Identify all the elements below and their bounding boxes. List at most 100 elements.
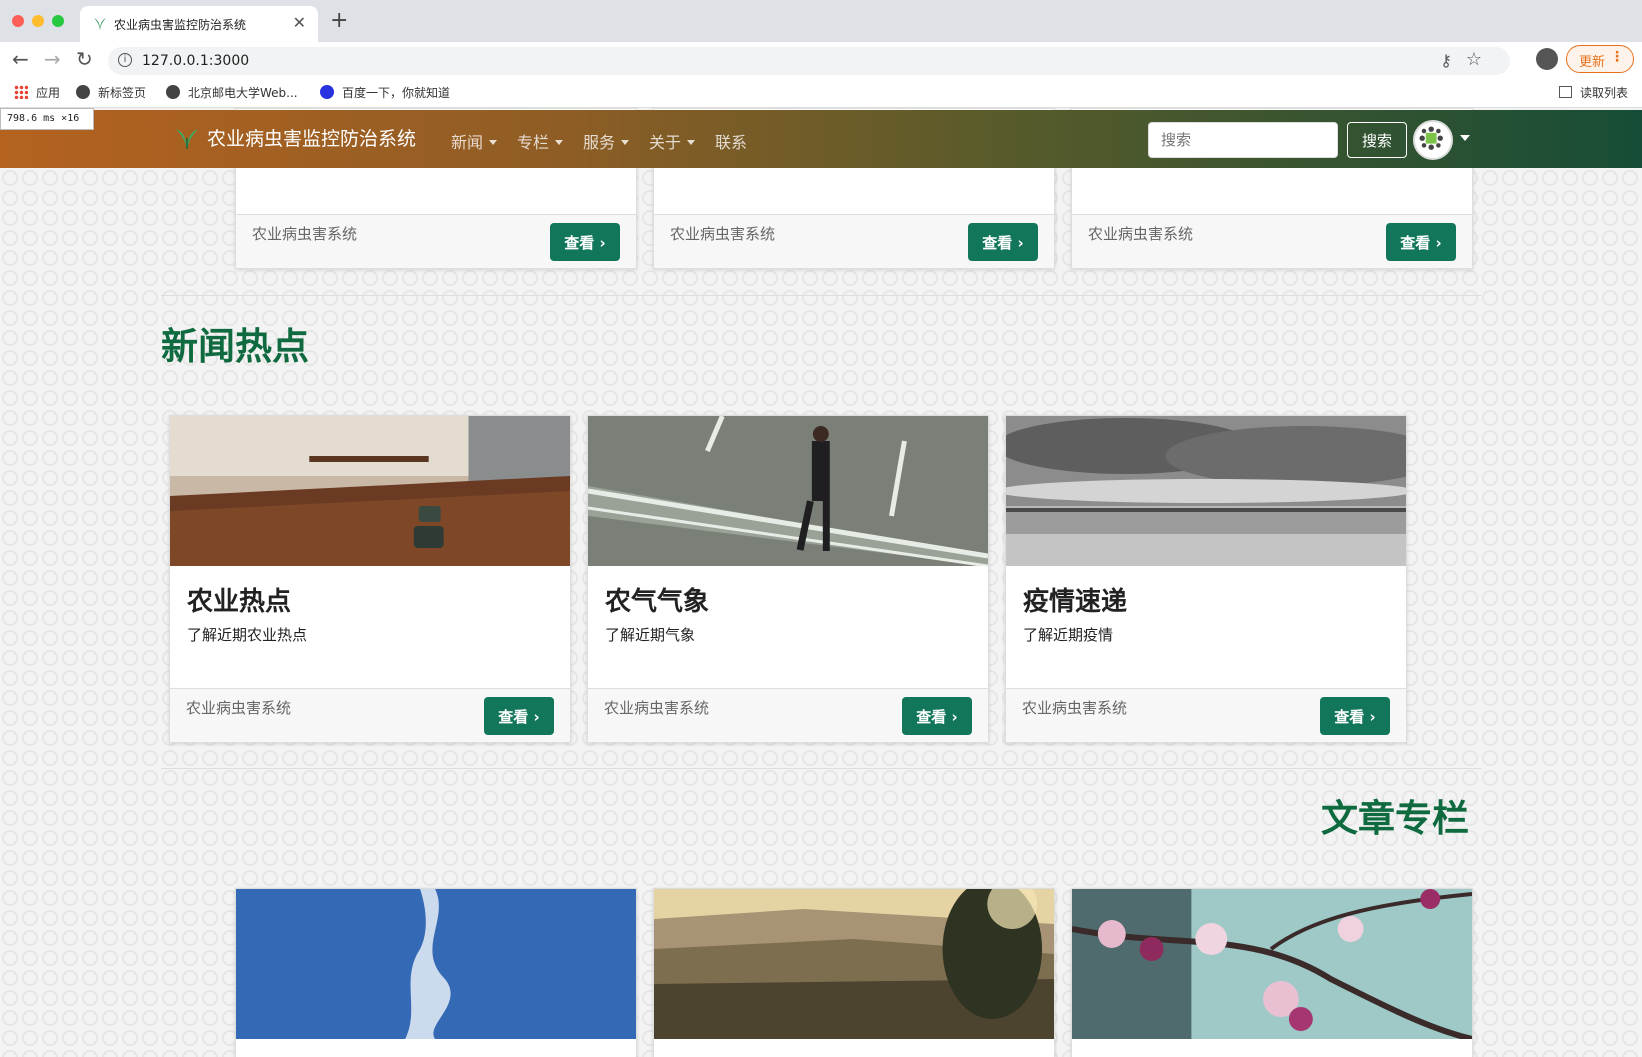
bookmark-label: 新标签页 — [98, 86, 147, 100]
caret-down-icon — [621, 140, 630, 145]
perf-overlay: 798.6 ms ×16 — [0, 108, 94, 130]
bookmark-new-tab[interactable]: 新标签页 — [76, 84, 146, 101]
card-footer: 农业病虫害系统 查看 › — [588, 688, 988, 742]
card-title: 疫情速递 — [1023, 587, 1128, 617]
man-walking-road-image — [588, 416, 988, 566]
news-section-title: 新闻热点 — [161, 325, 309, 368]
blue-sky-image — [236, 889, 636, 1039]
nav-about-label: 关于 — [649, 133, 682, 152]
brand-title[interactable]: 农业病虫害监控防治系统 — [207, 124, 416, 151]
url-text[interactable]: 127.0.0.1:3000 — [142, 53, 249, 69]
news-card-weather: 农气气象 了解近期气象 农业病虫害系统 查看 › — [587, 415, 989, 743]
page-viewport: 798.6 ms ×16 农业病虫害监控防治系统 新闻 专栏 服务 关于 联系 … — [0, 108, 1642, 1057]
nav-column-label: 专栏 — [517, 133, 550, 152]
hills-landscape-image — [654, 889, 1054, 1039]
bookmark-label: 应用 — [36, 86, 61, 100]
nav-news-label: 新闻 — [451, 133, 484, 152]
back-arrow-icon[interactable]: ← — [12, 48, 29, 70]
bookmark-bupt-web[interactable]: 北京邮电大学Web... — [166, 84, 298, 101]
key-icon[interactable]: ⚷ — [1440, 51, 1452, 70]
caret-down-icon — [555, 140, 564, 145]
nav-news[interactable]: 新闻 — [451, 129, 498, 153]
reading-list-icon — [1558, 86, 1572, 98]
card-description: 了解近期农业热点 — [187, 626, 308, 644]
user-avatar[interactable] — [1413, 120, 1453, 160]
search-button[interactable]: 搜索 — [1347, 122, 1407, 158]
more-menu-icon: ⋮ — [1610, 49, 1624, 65]
reading-list-button[interactable]: 读取列表 — [1558, 84, 1628, 101]
article-card-landscape — [653, 888, 1055, 1057]
avatar-pattern-icon — [1419, 126, 1443, 150]
view-button[interactable]: 查看 › — [1320, 697, 1390, 735]
site-navbar: 农业病虫害监控防治系统 新闻 专栏 服务 关于 联系 搜索 — [0, 110, 1642, 168]
cafe-table-image — [170, 416, 570, 566]
view-button[interactable]: 查看 › — [484, 697, 554, 735]
view-button[interactable]: 查看 › — [1386, 223, 1456, 261]
view-button[interactable]: 查看 › — [968, 223, 1038, 261]
card-footer-text: 农业病虫害系统 — [604, 699, 710, 717]
nav-column[interactable]: 专栏 — [517, 129, 564, 153]
article-card-blossom — [1071, 888, 1473, 1057]
apps-grid-icon — [14, 85, 28, 99]
nav-services-label: 服务 — [583, 133, 616, 152]
browser-tab-bar: 农业病虫害监控防治系统 ✕ + — [0, 0, 1642, 42]
nav-services[interactable]: 服务 — [583, 129, 630, 153]
articles-section-title: 文章专栏 — [1321, 797, 1469, 840]
caret-down-icon — [687, 140, 696, 145]
close-window-button[interactable] — [12, 15, 24, 27]
news-card-agriculture: 农业热点 了解近期农业热点 农业病虫害系统 查看 › — [169, 415, 571, 743]
card-description: 了解近期疫情 — [1023, 626, 1114, 644]
bookmarks-bar: 应用 新标签页 北京邮电大学Web... 百度一下，你就知道 读取列表 — [0, 78, 1642, 108]
card-footer: 农业病虫害系统 查看 › — [654, 214, 1054, 268]
bookmark-star-icon[interactable]: ☆ — [1466, 49, 1482, 70]
section-divider — [161, 295, 1481, 296]
card-footer-text: 农业病虫害系统 — [252, 225, 358, 243]
address-bar[interactable]: i 127.0.0.1:3000 ⚷ ☆ — [108, 47, 1510, 75]
card-footer: 农业病虫害系统 查看 › — [1072, 214, 1472, 268]
forward-arrow-icon[interactable]: → — [44, 48, 61, 70]
card-footer-text: 农业病虫害系统 — [186, 699, 292, 717]
view-button[interactable]: 查看 › — [550, 223, 620, 261]
cherry-blossom-image — [1072, 889, 1472, 1039]
news-card-epidemic: 疫情速递 了解近期疫情 农业病虫害系统 查看 › — [1005, 415, 1407, 743]
new-tab-button[interactable]: + — [330, 10, 348, 32]
caret-down-icon[interactable] — [1460, 135, 1470, 141]
bookmark-apps[interactable]: 应用 — [14, 84, 60, 101]
card-footer: 农业病虫害系统 查看 › — [170, 688, 570, 742]
info-icon[interactable]: i — [118, 53, 132, 67]
stormy-sea-image — [1006, 416, 1406, 566]
card-footer-text: 农业病虫害系统 — [1088, 225, 1194, 243]
globe-icon — [166, 85, 180, 99]
card-footer: 农业病虫害系统 查看 › — [1006, 688, 1406, 742]
leaf-icon — [94, 18, 106, 30]
leaf-logo-icon[interactable] — [174, 126, 200, 152]
maximize-window-button[interactable] — [52, 15, 64, 27]
browser-tab[interactable]: 农业病虫害监控防治系统 ✕ — [80, 6, 318, 42]
card-description: 了解近期气象 — [605, 626, 696, 644]
minimize-window-button[interactable] — [32, 15, 44, 27]
tab-title: 农业病虫害监控防治系统 — [114, 18, 247, 32]
update-button[interactable]: 更新 ⋮ — [1566, 45, 1634, 73]
article-card-sky — [235, 888, 637, 1057]
nav-contact[interactable]: 联系 — [715, 129, 747, 153]
card-footer-text: 农业病虫害系统 — [670, 225, 776, 243]
card-footer: 农业病虫害系统 查看 › — [236, 214, 636, 268]
bookmark-label: 北京邮电大学Web... — [188, 86, 298, 100]
caret-down-icon — [489, 140, 498, 145]
search-input[interactable] — [1148, 122, 1338, 158]
card-title: 农业热点 — [187, 587, 292, 617]
nav-about[interactable]: 关于 — [649, 129, 696, 153]
close-tab-icon[interactable]: ✕ — [293, 13, 306, 32]
update-label: 更新 — [1579, 55, 1606, 70]
browser-toolbar: ← → ↻ i 127.0.0.1:3000 ⚷ ☆ 更新 ⋮ — [0, 42, 1642, 78]
reload-icon[interactable]: ↻ — [76, 48, 93, 70]
bookmark-baidu[interactable]: 百度一下，你就知道 — [320, 84, 450, 101]
baidu-paw-icon — [320, 85, 334, 99]
profile-icon[interactable] — [1536, 48, 1558, 70]
card-footer-text: 农业病虫害系统 — [1022, 699, 1128, 717]
section-divider — [161, 768, 1481, 769]
nav-contact-label: 联系 — [715, 133, 748, 152]
view-button[interactable]: 查看 › — [902, 697, 972, 735]
globe-icon — [76, 85, 90, 99]
reading-list-label: 读取列表 — [1579, 86, 1628, 100]
